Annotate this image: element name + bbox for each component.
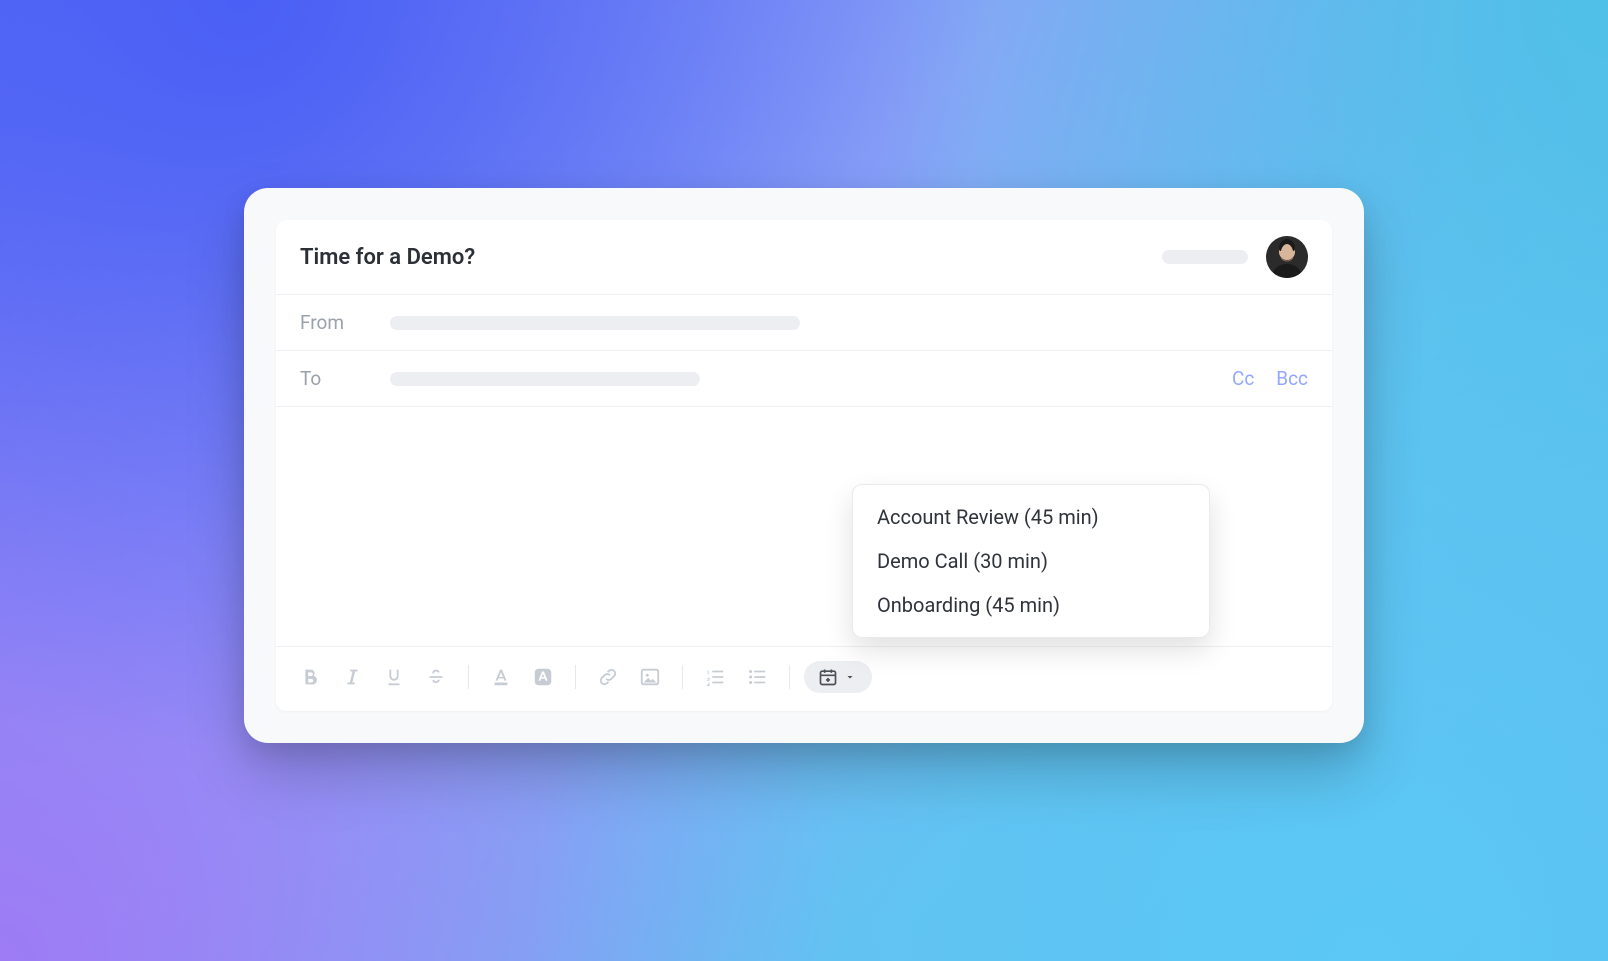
separator (468, 665, 469, 689)
subject-row: Time for a Demo? (276, 220, 1332, 295)
message-body[interactable]: Account Review (45 min) Demo Call (30 mi… (276, 407, 1332, 647)
image-icon (639, 666, 661, 688)
from-row: From (276, 295, 1332, 351)
subject-text[interactable]: Time for a Demo? (300, 245, 1162, 270)
bcc-button[interactable]: Bcc (1276, 367, 1308, 390)
avatar-image-icon (1266, 236, 1308, 278)
text-color-icon (490, 666, 512, 688)
image-button[interactable] (632, 659, 668, 695)
to-label: To (300, 367, 390, 390)
bold-button[interactable] (292, 659, 328, 695)
menu-item-onboarding[interactable]: Onboarding (45 min) (853, 583, 1209, 627)
from-field[interactable] (390, 316, 800, 330)
compose-panel: Time for a Demo? From (276, 220, 1332, 711)
strikethrough-icon (425, 666, 447, 688)
meeting-type-menu: Account Review (45 min) Demo Call (30 mi… (852, 484, 1210, 638)
link-icon (597, 666, 619, 688)
format-toolbar (276, 647, 1332, 711)
chevron-down-icon (844, 671, 856, 683)
menu-item-demo-call[interactable]: Demo Call (30 min) (853, 539, 1209, 583)
unordered-list-button[interactable] (739, 659, 775, 695)
unordered-list-icon (746, 666, 768, 688)
separator (575, 665, 576, 689)
italic-button[interactable] (334, 659, 370, 695)
ordered-list-button[interactable] (697, 659, 733, 695)
separator (682, 665, 683, 689)
separator (789, 665, 790, 689)
to-row: To Cc Bcc (276, 351, 1332, 407)
background-color-icon (532, 666, 554, 688)
text-color-button[interactable] (483, 659, 519, 695)
cc-button[interactable]: Cc (1232, 367, 1254, 390)
underline-icon (383, 666, 405, 688)
sender-placeholder (1162, 250, 1248, 264)
menu-item-account-review[interactable]: Account Review (45 min) (853, 495, 1209, 539)
insert-meeting-button[interactable] (804, 661, 872, 693)
strikethrough-button[interactable] (418, 659, 454, 695)
link-button[interactable] (590, 659, 626, 695)
ordered-list-icon (704, 666, 726, 688)
calendar-add-icon (818, 667, 838, 687)
to-field[interactable] (390, 372, 700, 386)
italic-icon (341, 666, 363, 688)
from-label: From (300, 311, 390, 334)
bold-icon (299, 666, 321, 688)
background-color-button[interactable] (525, 659, 561, 695)
avatar[interactable] (1266, 236, 1308, 278)
underline-button[interactable] (376, 659, 412, 695)
compose-card: Time for a Demo? From (244, 188, 1364, 743)
